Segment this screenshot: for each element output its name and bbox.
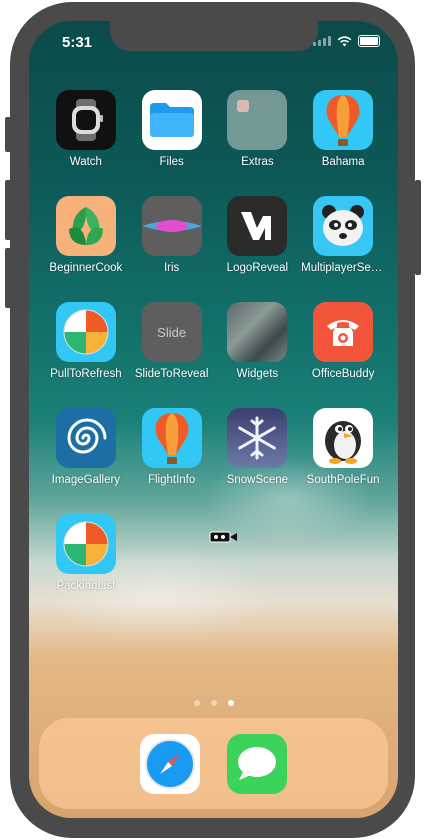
app-packinglist[interactable]: PackingList — [43, 514, 129, 592]
app-southpolefun[interactable]: SouthPoleFun — [300, 408, 386, 486]
app-officebuddy[interactable]: OfficeBuddy — [300, 302, 386, 380]
dock — [39, 718, 388, 809]
app-flightinfo[interactable]: FlightInfo — [129, 408, 215, 486]
app-label: Extras — [241, 156, 274, 168]
app-beginnercook[interactable]: BeginnerCook — [43, 196, 129, 274]
folder-icon — [141, 90, 202, 150]
speech-bubble-icon[interactable] — [227, 733, 287, 794]
w-logo-icon — [227, 196, 288, 256]
app-label: PackingList — [56, 580, 116, 592]
wifi-icon — [337, 35, 352, 46]
app-imagegallery[interactable]: ImageGallery — [43, 408, 129, 486]
app-label: Files — [159, 156, 184, 168]
app-label: Watch — [69, 156, 102, 168]
screen-recording-icon — [209, 531, 237, 543]
aerial-photo-icon — [227, 302, 288, 362]
app-label: LogoReveal — [226, 262, 289, 274]
panda-icon — [313, 196, 374, 256]
app-bahama[interactable]: Bahama — [300, 90, 386, 168]
page-dot — [193, 700, 200, 706]
app-label: SnowScene — [226, 474, 289, 486]
app-multiplayersea[interactable]: MultiplayerSea... — [300, 196, 386, 274]
app-label: PullToRefresh — [50, 368, 122, 380]
app-label: OfficeBuddy — [311, 368, 375, 380]
beach-ball-icon — [55, 514, 116, 574]
app-label: ImageGallery — [51, 474, 121, 486]
app-label: FlightInfo — [147, 474, 196, 486]
folder-group-icon — [227, 90, 288, 150]
app-slidetoreveal[interactable]: Slide SlideToReveal — [129, 302, 215, 380]
iris-icon — [141, 196, 202, 256]
snowflake-icon — [227, 408, 288, 468]
battery-icon — [358, 35, 380, 47]
home-screen: 5:31 Watch Files Extras Bahama BeginnerC… — [29, 21, 398, 818]
beach-ball-icon — [55, 302, 116, 362]
cellular-signal-icon — [313, 36, 331, 46]
app-label: Widgets — [236, 368, 279, 380]
basil-leaf-icon — [55, 196, 116, 256]
slide-text: Slide — [157, 324, 187, 340]
volume-up-button — [5, 180, 11, 240]
app-label: SouthPoleFun — [306, 474, 380, 486]
app-widgets[interactable]: Widgets — [215, 302, 301, 380]
spiral-icon — [55, 408, 116, 468]
app-logoreveal[interactable]: LogoReveal — [215, 196, 301, 274]
telephone-icon — [313, 302, 374, 362]
app-label: BeginnerCook — [49, 262, 123, 274]
watch-icon — [55, 90, 116, 150]
app-pulltorefresh[interactable]: PullToRefresh — [43, 302, 129, 380]
app-label: Bahama — [321, 156, 365, 168]
app-files[interactable]: Files — [129, 90, 215, 168]
notch — [110, 21, 318, 51]
slide-text-icon: Slide — [141, 302, 202, 362]
app-extras[interactable]: Extras — [215, 90, 301, 168]
mute-switch — [5, 117, 11, 152]
volume-down-button — [5, 248, 11, 308]
hot-air-balloon-icon — [313, 90, 374, 150]
app-snowscene[interactable]: SnowScene — [215, 408, 301, 486]
power-button — [415, 180, 421, 275]
page-dot — [210, 700, 217, 706]
status-time: 5:31 — [62, 34, 93, 51]
hot-air-balloon-icon — [141, 408, 202, 468]
app-iris[interactable]: Iris — [129, 196, 215, 274]
app-label: MultiplayerSea... — [301, 262, 386, 274]
compass-icon[interactable] — [140, 733, 200, 794]
app-watch[interactable]: Watch — [43, 90, 129, 168]
page-dot-current — [227, 700, 234, 706]
app-label: SlideToReveal — [134, 368, 209, 380]
app-grid: Watch Files Extras Bahama BeginnerCook I… — [43, 90, 386, 592]
penguin-icon — [313, 408, 374, 468]
app-label: Iris — [163, 262, 180, 274]
page-indicator[interactable] — [29, 700, 398, 706]
status-icons — [313, 35, 380, 47]
